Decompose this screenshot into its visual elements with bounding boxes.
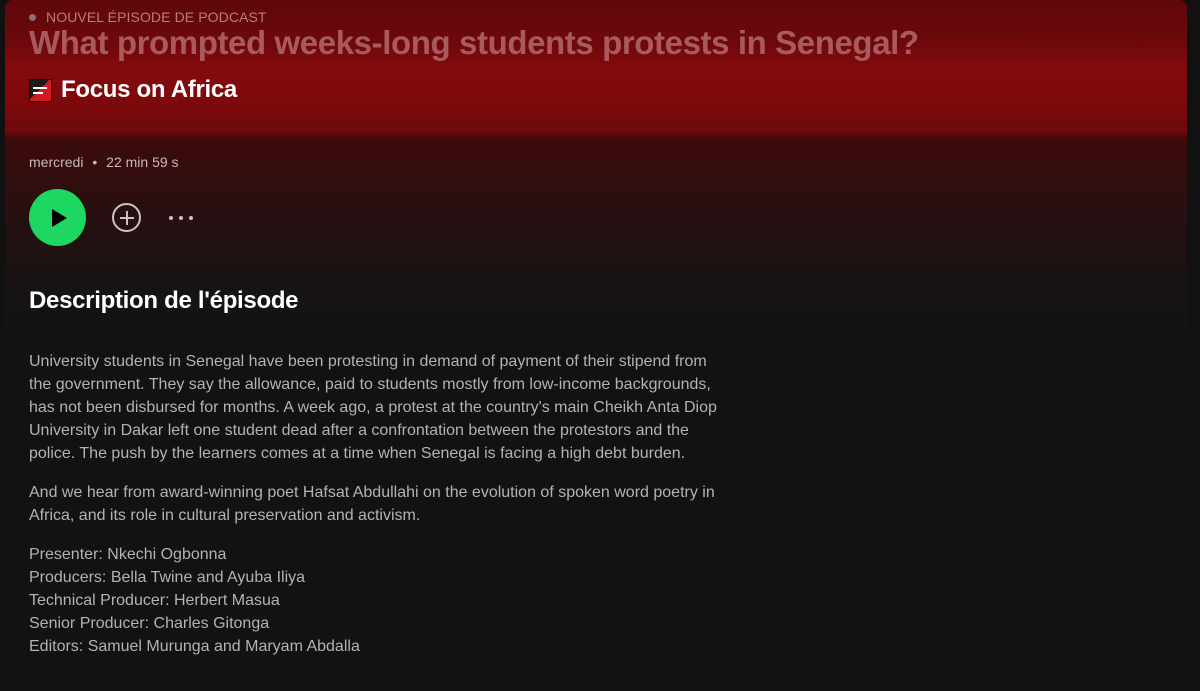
episode-duration: 22 min 59 s [106, 154, 179, 170]
credit-line: Presenter: Nkechi Ogbonna [29, 546, 227, 563]
credit-line: Editors: Samuel Murunga and Maryam Abdal… [29, 638, 360, 655]
more-dot-icon [179, 215, 183, 220]
episode-title: What prompted weeks-long students protes… [29, 24, 919, 61]
credits-list: Presenter: Nkechi Ogbonna Producers: Bel… [29, 543, 729, 658]
play-button[interactable] [29, 189, 86, 246]
description-heading: Description de l'épisode [29, 287, 299, 314]
play-icon [52, 208, 67, 227]
episode-panel: NOUVEL ÉPISODE DE PODCAST What prompted … [5, 0, 1187, 691]
description-paragraph: University students in Senegal have been… [29, 353, 717, 462]
show-cover-image[interactable] [29, 78, 52, 102]
episode-type-label: NOUVEL ÉPISODE DE PODCAST [29, 9, 267, 25]
episode-controls [29, 189, 199, 246]
release-day: mercredi [29, 154, 84, 170]
eyebrow-text: NOUVEL ÉPISODE DE PODCAST [46, 9, 267, 25]
add-to-library-button[interactable] [112, 203, 141, 232]
episode-meta: mercredi • 22 min 59 s [29, 154, 179, 170]
episode-page: NOUVEL ÉPISODE DE PODCAST What prompted … [0, 0, 1200, 691]
credit-line: Senior Producer: Charles Gitonga [29, 615, 270, 632]
credit-line: Technical Producer: Herbert Masua [29, 592, 280, 609]
episode-description: University students in Senegal have been… [29, 350, 729, 658]
meta-separator: • [92, 154, 98, 170]
show-name[interactable]: Focus on Africa [61, 76, 237, 104]
credit-line: Producers: Bella Twine and Ayuba Iliya [29, 569, 306, 586]
more-dot-icon [189, 215, 193, 220]
show-link[interactable]: Focus on Africa [29, 76, 237, 104]
dot-icon [29, 13, 36, 21]
description-paragraph: And we hear from award-winning poet Hafs… [29, 484, 715, 524]
more-dot-icon [169, 215, 173, 220]
more-options-button[interactable] [169, 203, 199, 232]
